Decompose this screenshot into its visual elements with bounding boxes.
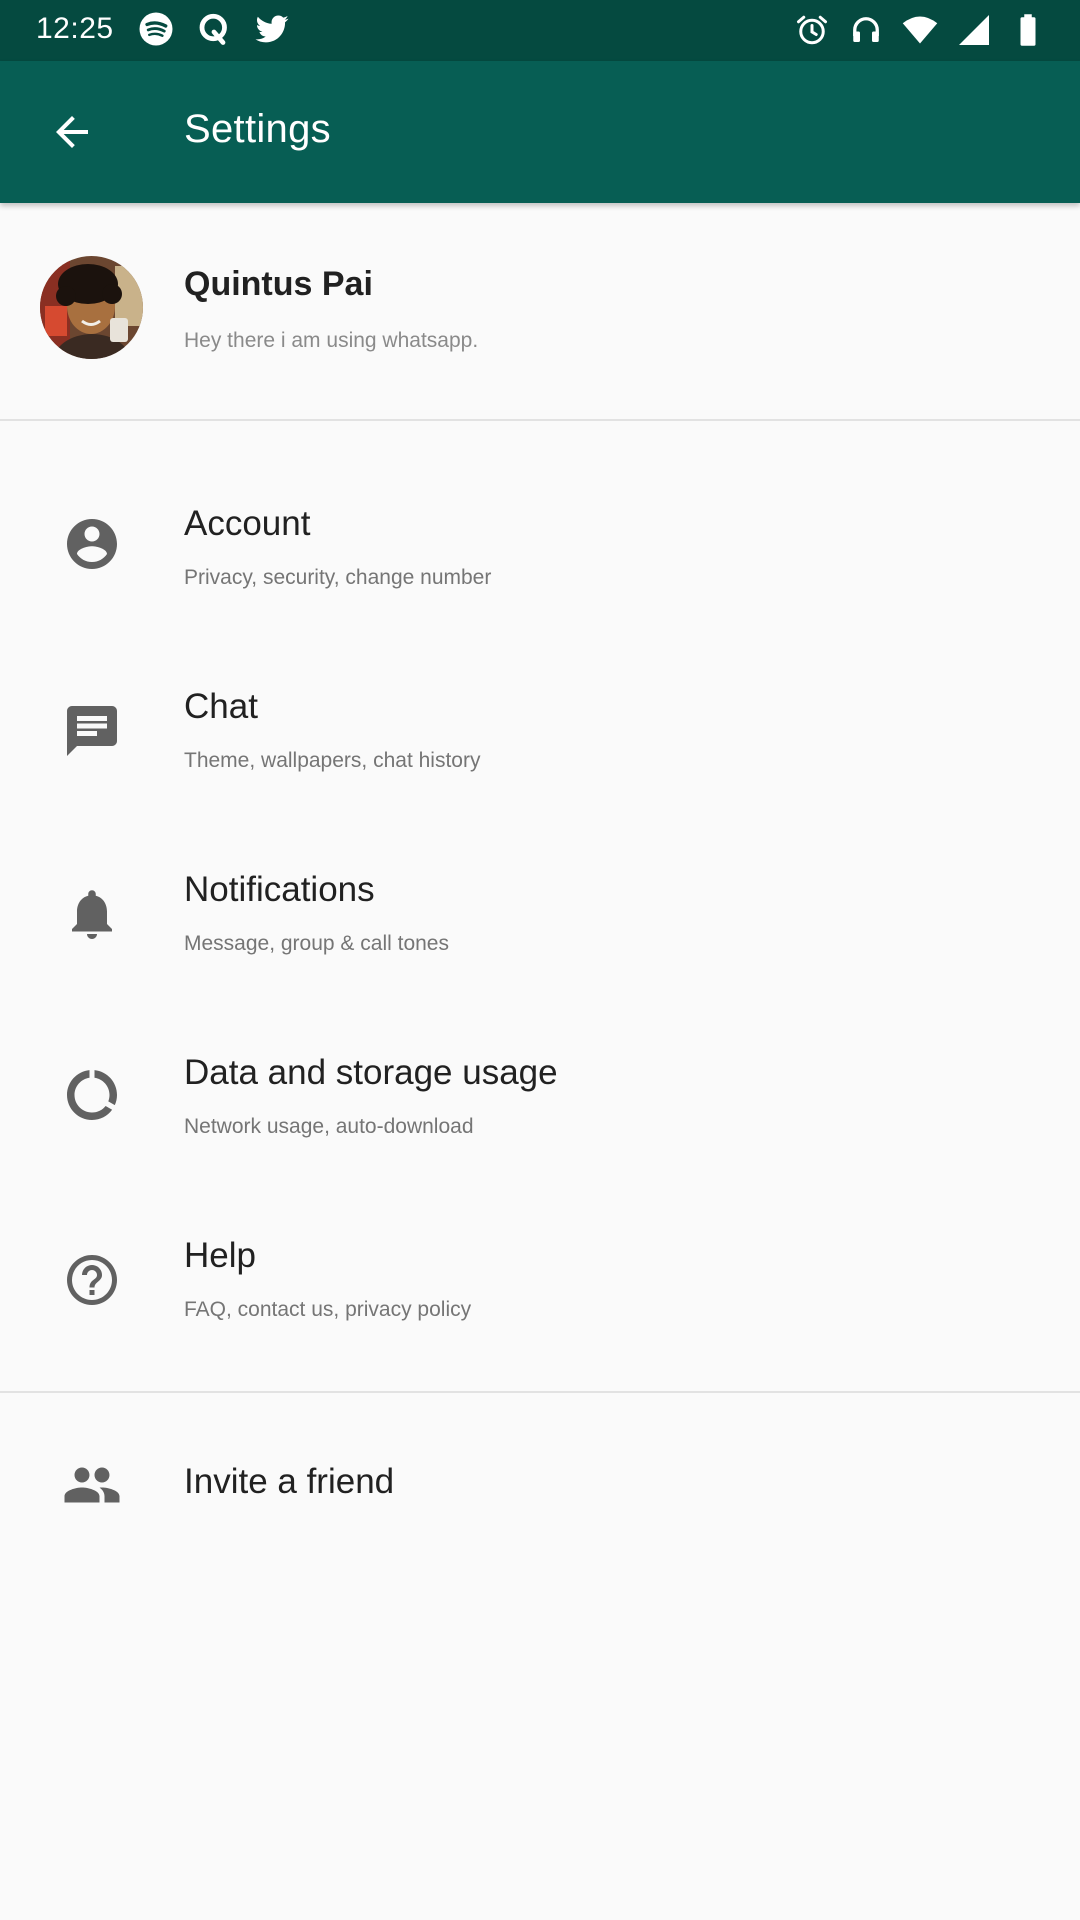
status-time: 12:25 (36, 12, 114, 45)
settings-item-title: Chat (184, 687, 258, 726)
profile-row[interactable]: Quintus Pai Hey there i am using whatsap… (0, 203, 1080, 420)
twitter-icon (255, 15, 289, 43)
back-button[interactable] (36, 96, 108, 168)
settings-item-data-storage[interactable]: Data and storage usage Network usage, au… (0, 1001, 1080, 1184)
signal-icon (959, 15, 989, 45)
settings-item-title: Data and storage usage (184, 1053, 558, 1092)
data-usage-icon (62, 1065, 122, 1125)
quora-icon (199, 13, 227, 45)
headset-icon (853, 17, 879, 42)
avatar[interactable] (40, 256, 143, 359)
app-bar: Settings (0, 61, 1080, 203)
settings-item-account[interactable]: Account Privacy, security, change number (0, 452, 1080, 635)
status-bar: 12:25 (0, 0, 1080, 61)
invite-friend-label: Invite a friend (184, 1462, 395, 1501)
people-icon (62, 1455, 122, 1515)
settings-item-subtitle: Network usage, auto-download (184, 1115, 474, 1138)
invite-friend-item[interactable]: Invite a friend (0, 1393, 1080, 1576)
profile-name: Quintus Pai (184, 265, 373, 303)
avatar-photo (40, 256, 143, 359)
chat-icon (62, 701, 122, 761)
settings-item-help[interactable]: Help FAQ, contact us, privacy policy (0, 1184, 1080, 1367)
settings-item-title: Help (184, 1236, 256, 1275)
help-icon (62, 1250, 122, 1310)
settings-item-notifications[interactable]: Notifications Message, group & call tone… (0, 818, 1080, 1001)
spotify-icon (139, 12, 173, 46)
settings-item-subtitle: Message, group & call tones (184, 932, 449, 955)
settings-item-title: Account (184, 504, 311, 543)
settings-item-subtitle: Theme, wallpapers, chat history (184, 749, 481, 772)
notification-icons (138, 11, 290, 47)
settings-item-title: Notifications (184, 870, 375, 909)
wifi-icon (902, 16, 938, 44)
bell-icon (62, 884, 122, 944)
settings-item-chat[interactable]: Chat Theme, wallpapers, chat history (0, 635, 1080, 818)
settings-item-subtitle: Privacy, security, change number (184, 566, 492, 589)
arrow-back-icon (56, 116, 88, 148)
battery-icon (1020, 14, 1036, 46)
settings-item-subtitle: FAQ, contact us, privacy policy (184, 1298, 472, 1321)
page-title: Settings (184, 107, 331, 151)
profile-status: Hey there i am using whatsapp. (184, 329, 479, 352)
account-icon (62, 514, 122, 574)
divider (0, 419, 1080, 421)
alarm-icon (797, 15, 827, 45)
system-icons (794, 12, 1046, 48)
